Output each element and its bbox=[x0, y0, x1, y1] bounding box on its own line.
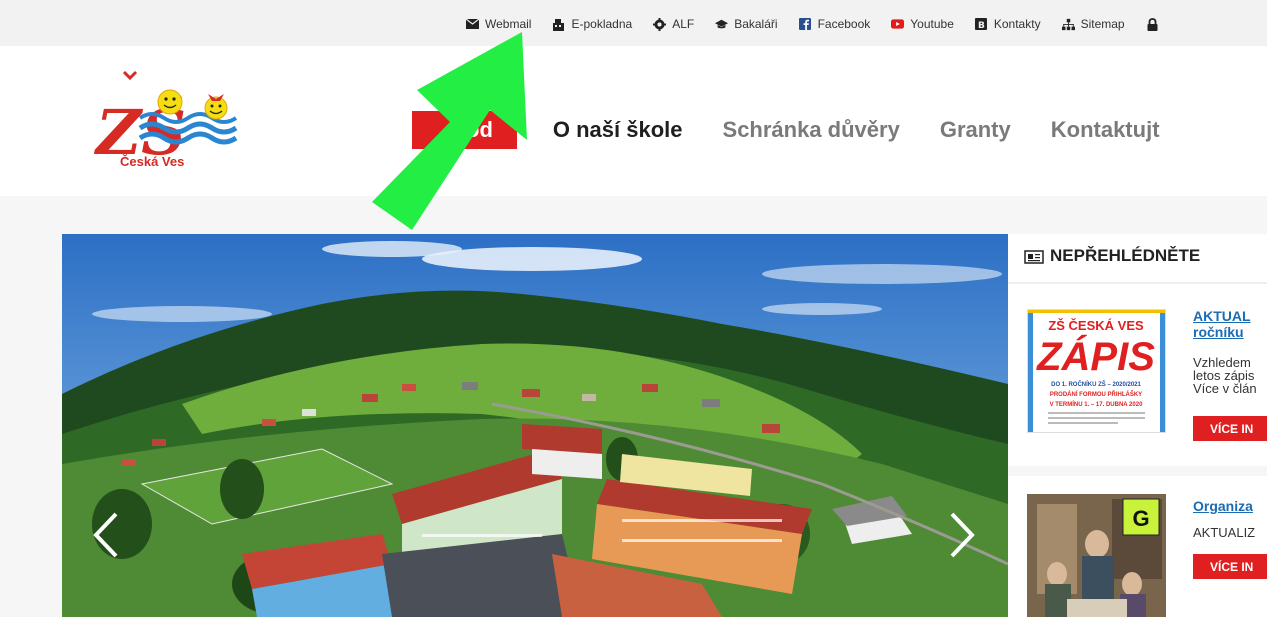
nav-item-schranka-duvery[interactable]: Schránka důvěry bbox=[723, 117, 900, 143]
page: Webmail E-pokladna ALF Bakaláři Facebook… bbox=[0, 0, 1267, 617]
toplink-youtube[interactable]: Youtube bbox=[891, 17, 954, 31]
sidebar-heading: NEPŘEHLÉDNĚTE bbox=[1024, 246, 1200, 266]
chevron-left-icon bbox=[93, 512, 118, 558]
more-button-label: VÍCE IN bbox=[1210, 421, 1254, 436]
sitemap-icon bbox=[1061, 18, 1075, 31]
toplink-webmail[interactable]: Webmail bbox=[466, 17, 531, 31]
facebook-icon bbox=[799, 18, 812, 31]
site-header: ZŠ Česká Ves od O naší škole Schránka dů… bbox=[0, 46, 1267, 196]
toplink-kontakty[interactable]: B Kontakty bbox=[975, 17, 1041, 31]
nav-item-label: O naší škole bbox=[552, 117, 683, 142]
envelope-icon bbox=[466, 18, 479, 31]
article-more-button[interactable]: VÍCE IN bbox=[1193, 416, 1267, 441]
toplink-facebook[interactable]: Facebook bbox=[799, 17, 871, 31]
newspaper-icon bbox=[1024, 249, 1044, 264]
thumb-line2: ZÁPIS bbox=[1036, 334, 1155, 379]
thumb-badge: G bbox=[1132, 506, 1149, 531]
nav-item-o-nasi-skole[interactable]: O naší škole bbox=[553, 117, 683, 143]
top-utility-bar: Webmail E-pokladna ALF Bakaláři Facebook… bbox=[0, 0, 1267, 46]
article-title-line: Organiza bbox=[1193, 498, 1253, 514]
article-excerpt: AKTUALIZ bbox=[1193, 526, 1255, 539]
svg-text:B: B bbox=[978, 21, 985, 30]
slider-next-button[interactable] bbox=[944, 510, 980, 560]
nav-item-label: Schránka důvěry bbox=[722, 117, 900, 142]
nav-item-label: Kontaktujt bbox=[1050, 117, 1160, 142]
nav-item-label: od bbox=[466, 117, 493, 142]
toplink-label: Bakaláři bbox=[734, 17, 778, 31]
toplink-e-pokladna[interactable]: E-pokladna bbox=[552, 17, 632, 31]
hero-slider[interactable] bbox=[62, 234, 1008, 617]
article-excerpt: Vzhledem letos zápis Více v člán bbox=[1193, 356, 1257, 395]
article-excerpt-line: Více v člán bbox=[1193, 381, 1257, 396]
toplink-alf[interactable]: ALF bbox=[653, 17, 694, 31]
nav-item-label: Granty bbox=[939, 117, 1011, 142]
main-nav: od O naší škole Schránka důvěry Granty K… bbox=[412, 111, 1200, 149]
article-excerpt-line: AKTUALIZ bbox=[1193, 525, 1256, 540]
chevron-right-icon bbox=[950, 512, 975, 558]
toplink-label: ALF bbox=[672, 17, 695, 31]
slider-prev-button[interactable] bbox=[88, 510, 124, 560]
article-divider bbox=[1008, 466, 1267, 476]
thumb-line3: DO 1. ROČNÍKU ZŠ – 2020/2021 bbox=[1051, 380, 1141, 388]
article-title-line: AKTUAL bbox=[1193, 308, 1251, 324]
article-title[interactable]: Organiza bbox=[1193, 498, 1253, 514]
logo-school-name: Česká Ves bbox=[120, 154, 185, 169]
toplink-label: E-pokladna bbox=[571, 17, 633, 31]
article-thumbnail-zapis[interactable]: ZŠ ČESKÁ VES ZÁPIS DO 1. ROČNÍKU ZŠ – 20… bbox=[1027, 309, 1166, 433]
thumb-line4: PRODÁNÍ FORMOU PŘIHLÁŠKY bbox=[1050, 390, 1142, 398]
top-links: Webmail E-pokladna ALF Bakaláři Facebook… bbox=[466, 15, 1165, 33]
graduation-cap-icon bbox=[715, 18, 729, 31]
article-title[interactable]: AKTUAL ročníku bbox=[1193, 308, 1251, 340]
article-title-line: ročníku bbox=[1193, 324, 1244, 340]
gear-icon bbox=[653, 17, 667, 31]
lock-icon bbox=[1146, 17, 1159, 31]
toplink-label: Webmail bbox=[485, 17, 532, 31]
contact-card-icon: B bbox=[975, 18, 988, 31]
toplink-label: Sitemap bbox=[1080, 17, 1125, 31]
toplink-sitemap[interactable]: Sitemap bbox=[1061, 17, 1125, 31]
nav-item-kontaktujte[interactable]: Kontaktujt bbox=[1051, 117, 1160, 143]
school-logo[interactable]: ZŠ Česká Ves bbox=[93, 68, 244, 169]
toplink-label: Kontakty bbox=[993, 17, 1041, 31]
toplink-bakalari[interactable]: Bakaláři bbox=[715, 17, 778, 31]
sidebar-heading-text: NEPŘEHLÉDNĚTE bbox=[1050, 246, 1201, 265]
toplink-login[interactable] bbox=[1146, 17, 1165, 31]
toplink-label: Facebook bbox=[817, 17, 871, 31]
article-more-button[interactable]: VÍCE IN bbox=[1193, 554, 1267, 579]
nav-item-uvod[interactable]: od bbox=[412, 111, 517, 149]
more-button-label: VÍCE IN bbox=[1210, 559, 1254, 574]
toplink-label: Youtube bbox=[910, 17, 954, 31]
thumb-line5: V TERMÍNU 1. – 17. DUBNA 2020 bbox=[1050, 400, 1143, 408]
youtube-icon bbox=[891, 18, 905, 31]
slider-image bbox=[62, 234, 1008, 617]
cash-register-icon bbox=[552, 18, 565, 31]
article-thumbnail-granty[interactable]: G bbox=[1027, 494, 1166, 617]
thumb-line1: ZŠ ČESKÁ VES bbox=[1048, 318, 1144, 333]
nav-item-granty[interactable]: Granty bbox=[940, 117, 1011, 143]
